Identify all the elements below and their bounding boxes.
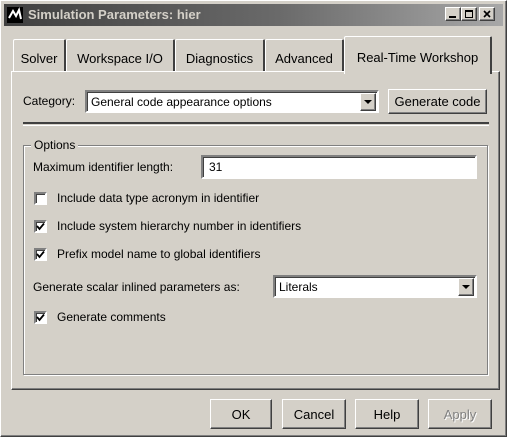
cancel-label: Cancel xyxy=(293,406,335,422)
app-icon xyxy=(7,7,23,23)
apply-label: Apply xyxy=(443,406,477,422)
scalar-params-label: Generate scalar inlined parameters as: xyxy=(33,280,240,294)
scalar-dropdown-button[interactable] xyxy=(458,278,474,296)
scalar-params-select[interactable]: Literals xyxy=(273,275,477,298)
tab-label: Diagnostics xyxy=(185,50,254,66)
simulation-parameters-dialog: Simulation Parameters: hier Solver Works… xyxy=(0,0,507,437)
generate-comments-label[interactable]: Generate comments xyxy=(57,310,166,324)
tab-label: Workspace I/O xyxy=(77,50,163,66)
close-icon xyxy=(483,10,491,18)
close-button[interactable] xyxy=(479,7,495,21)
include-hierarchy-label[interactable]: Include system hierarchy number in ident… xyxy=(57,219,301,233)
maximize-icon xyxy=(465,10,473,18)
title-bar[interactable]: Simulation Parameters: hier xyxy=(4,4,503,26)
help-button[interactable]: Help xyxy=(355,399,419,429)
max-identifier-input[interactable]: 31 xyxy=(201,155,477,179)
category-dropdown-button[interactable] xyxy=(360,93,376,111)
chevron-down-icon xyxy=(462,285,470,289)
separator xyxy=(23,122,489,126)
maximize-button[interactable] xyxy=(461,7,477,21)
generate-code-button[interactable]: Generate code xyxy=(388,89,487,114)
scalar-params-value: Literals xyxy=(279,280,318,294)
include-acronym-checkbox[interactable] xyxy=(34,192,47,205)
checkmark-icon xyxy=(36,313,45,322)
window-title: Simulation Parameters: hier xyxy=(28,7,201,22)
tab-label: Real-Time Workshop xyxy=(356,50,479,65)
category-value: General code appearance options xyxy=(91,95,272,109)
tab-solver[interactable]: Solver xyxy=(13,39,66,72)
checkmark-icon xyxy=(36,222,45,231)
tab-workspace-io[interactable]: Workspace I/O xyxy=(66,39,175,72)
generate-comments-checkbox[interactable] xyxy=(34,311,47,324)
category-label: Category: xyxy=(23,94,76,108)
cancel-button[interactable]: Cancel xyxy=(282,399,346,429)
chevron-down-icon xyxy=(364,100,372,104)
tab-advanced[interactable]: Advanced xyxy=(265,39,344,72)
max-identifier-value: 31 xyxy=(209,160,223,174)
prefix-model-name-label[interactable]: Prefix model name to global identifiers xyxy=(57,247,260,261)
generate-code-label: Generate code xyxy=(394,94,481,109)
options-group-title: Options xyxy=(31,138,79,152)
tab-real-time-workshop[interactable]: Real-Time Workshop xyxy=(344,36,492,74)
tab-label: Advanced xyxy=(275,50,333,66)
include-hierarchy-checkbox[interactable] xyxy=(34,220,47,233)
apply-button[interactable]: Apply xyxy=(428,399,492,429)
prefix-model-name-checkbox[interactable] xyxy=(34,248,47,261)
ok-label: OK xyxy=(231,406,251,422)
help-label: Help xyxy=(373,406,401,422)
ok-button[interactable]: OK xyxy=(210,399,272,429)
minimize-icon xyxy=(449,16,456,18)
include-acronym-label[interactable]: Include data type acronym in identifier xyxy=(57,191,259,205)
tab-label: Solver xyxy=(20,50,58,66)
checkmark-icon xyxy=(36,250,45,259)
tab-diagnostics[interactable]: Diagnostics xyxy=(175,39,265,72)
max-identifier-label: Maximum identifier length: xyxy=(33,160,174,174)
category-select[interactable]: General code appearance options xyxy=(85,90,379,113)
minimize-button[interactable] xyxy=(445,7,461,21)
